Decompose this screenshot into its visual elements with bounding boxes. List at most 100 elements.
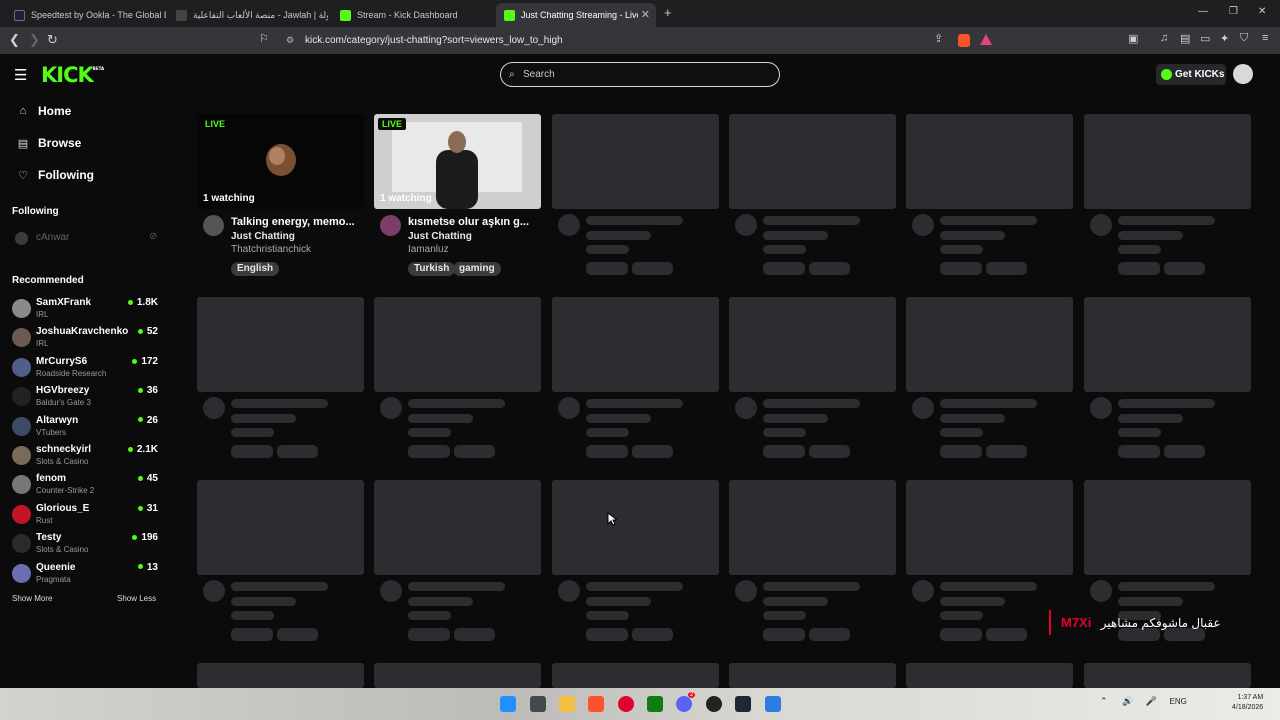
media-player-icon[interactable] <box>618 696 634 712</box>
search-input[interactable]: ⌕ Search <box>500 62 780 87</box>
skeleton-line <box>1164 445 1205 458</box>
app-icon[interactable] <box>706 696 722 712</box>
sidebar-icon[interactable]: ▣ <box>1128 32 1138 45</box>
chevron-up-icon[interactable]: ⌃ <box>1100 696 1108 706</box>
logo-text: KICK <box>41 63 94 87</box>
bookmark-icon[interactable]: ⚐ <box>259 32 269 45</box>
skeleton-line <box>912 214 934 236</box>
sidebar-item-following[interactable]: ♡ Following <box>16 168 94 182</box>
skeleton-line <box>809 628 850 641</box>
stream-tag[interactable]: Turkish <box>408 262 456 276</box>
skeleton-line <box>940 231 1005 240</box>
file-explorer-icon[interactable] <box>559 696 575 712</box>
steam-icon[interactable] <box>735 696 751 712</box>
mic-icon[interactable]: 🎤 <box>1146 696 1157 706</box>
stream-title[interactable]: kısmetse olur aşkın g... <box>408 216 529 228</box>
recommended-channel[interactable]: Queenie Pragmata 13 <box>12 561 162 589</box>
sidebar-item-home[interactable]: ⌂ Home <box>16 104 72 118</box>
viewer-count: 13 <box>137 562 158 573</box>
offline-icon: ⊘ <box>149 231 158 242</box>
wallet-icon[interactable]: ▭ <box>1200 32 1210 45</box>
maximize-button[interactable]: ❐ <box>1229 6 1238 17</box>
skeleton-line <box>408 628 450 641</box>
reader-icon[interactable]: ▤ <box>1180 32 1190 45</box>
channel-category: IRL <box>36 339 49 349</box>
live-dot-icon <box>137 564 143 570</box>
share-icon[interactable]: ⇪ <box>934 32 943 45</box>
minimize-button[interactable]: — <box>1198 6 1208 17</box>
skeleton-line <box>632 262 673 275</box>
thumbnail-skeleton <box>729 297 896 392</box>
browser-tab[interactable]: Stream - Kick Dashboard <box>332 3 492 27</box>
recommended-channel[interactable]: Glorious_E Rust 31 <box>12 502 162 530</box>
viewer-count-value: 196 <box>141 532 158 544</box>
get-kicks-button[interactable]: Get KICKs <box>1156 64 1226 85</box>
channel-name: HGVbreezy <box>36 385 90 397</box>
brave-icon[interactable] <box>588 696 604 712</box>
language-indicator[interactable]: ENG <box>1170 697 1187 706</box>
stream-username[interactable]: Iamanluz <box>408 244 449 255</box>
stream-title[interactable]: Talking energy, memo... <box>231 216 355 228</box>
music-icon[interactable]: ♫ <box>1160 32 1168 44</box>
new-tab-button[interactable]: + <box>664 5 672 20</box>
site-info-icon[interactable]: ⚙ <box>286 31 294 50</box>
avatar[interactable] <box>1233 64 1253 84</box>
close-window-button[interactable]: ✕ <box>1258 6 1266 17</box>
stream-category[interactable]: Just Chatting <box>408 231 472 242</box>
viewer-count-value: 26 <box>146 414 158 426</box>
xbox-icon[interactable] <box>647 696 663 712</box>
skeleton-line <box>454 445 495 458</box>
stream-tag[interactable]: English <box>231 262 280 276</box>
thumbnail-skeleton <box>374 297 541 392</box>
kick-logo[interactable]: KICKBETA <box>41 63 104 87</box>
browser-tab[interactable]: منصة الألعاب التفاعلية - Jawlah | جولة <box>168 3 328 27</box>
volume-icon[interactable]: 🔊 <box>1122 696 1133 706</box>
recommended-channel[interactable]: Altarwyn VTubers 26 <box>12 414 162 442</box>
menu-icon[interactable]: ≡ <box>1262 32 1268 44</box>
hamburger-menu-icon[interactable]: ☰ <box>14 66 27 84</box>
thumbnail-skeleton <box>1084 114 1251 209</box>
start-icon[interactable] <box>500 696 516 712</box>
skeleton-line <box>912 397 934 419</box>
forward-icon[interactable]: ❯ <box>29 32 40 48</box>
skeleton-line <box>735 214 757 236</box>
recommended-channel[interactable]: HGVbreezy Baldur's Gate 3 36 <box>12 384 162 412</box>
brave-shields-icon[interactable] <box>958 34 970 47</box>
clock[interactable]: 1:37 AM 4/18/2026 <box>1232 693 1263 713</box>
recommended-section-title: Recommended <box>12 275 84 286</box>
skeleton-line <box>763 428 806 437</box>
recommended-channel[interactable]: JoshuaKravchenko IRL 52 <box>12 325 162 353</box>
stream-username[interactable]: Thatchristianchick <box>231 244 311 255</box>
recommended-channel[interactable]: SamXFrank IRL 1.8K <box>12 296 162 324</box>
browser-tab-active[interactable]: Just Chatting Streaming - Live Streams ✕ <box>496 3 656 27</box>
url-field[interactable]: ⚙ kick.com/category/just-chatting?sort=v… <box>280 31 1000 50</box>
stream-tag[interactable]: gaming <box>453 262 501 276</box>
show-more-button[interactable]: Show More <box>12 594 52 603</box>
skeleton-line <box>586 216 683 225</box>
app-icon[interactable] <box>530 696 546 712</box>
live-dot-icon <box>137 329 143 335</box>
recommended-channel[interactable]: schneckyirl Slots & Casino 2.1K <box>12 443 162 471</box>
leo-icon[interactable]: ✦ <box>1220 32 1229 45</box>
recommended-channel[interactable]: fenom Counter-Strike 2 45 <box>12 472 162 500</box>
reload-icon[interactable]: ↻ <box>47 32 58 48</box>
vpn-icon[interactable]: ⛉ <box>1240 32 1248 45</box>
avatar[interactable] <box>380 215 401 236</box>
recommended-channel[interactable]: Testy Slots & Casino 196 <box>12 531 162 559</box>
discord-icon[interactable] <box>676 696 692 712</box>
recommended-channel[interactable]: MrCurryS6 Roadside Research 172 <box>12 355 162 383</box>
stream-thumbnail[interactable]: LIVE 1 watching <box>197 114 364 209</box>
stream-category[interactable]: Just Chatting <box>231 231 295 242</box>
stream-thumbnail[interactable]: LIVE 1 watching <box>374 114 541 209</box>
notepad-icon[interactable] <box>765 696 781 712</box>
following-channel[interactable]: cAnwar ⊘ <box>12 230 162 246</box>
avatar[interactable] <box>203 215 224 236</box>
thumbnail-skeleton <box>552 297 719 392</box>
show-less-button[interactable]: Show Less <box>117 594 156 603</box>
close-tab-icon[interactable]: ✕ <box>641 8 650 21</box>
browser-tab[interactable]: Speedtest by Ookla - The Global Broadban… <box>6 3 166 27</box>
sidebar-item-browse[interactable]: ▤ Browse <box>16 136 82 150</box>
thumbnail-skeleton <box>1084 480 1251 575</box>
back-icon[interactable]: ❮ <box>9 32 20 48</box>
brave-rewards-icon[interactable] <box>980 34 992 45</box>
